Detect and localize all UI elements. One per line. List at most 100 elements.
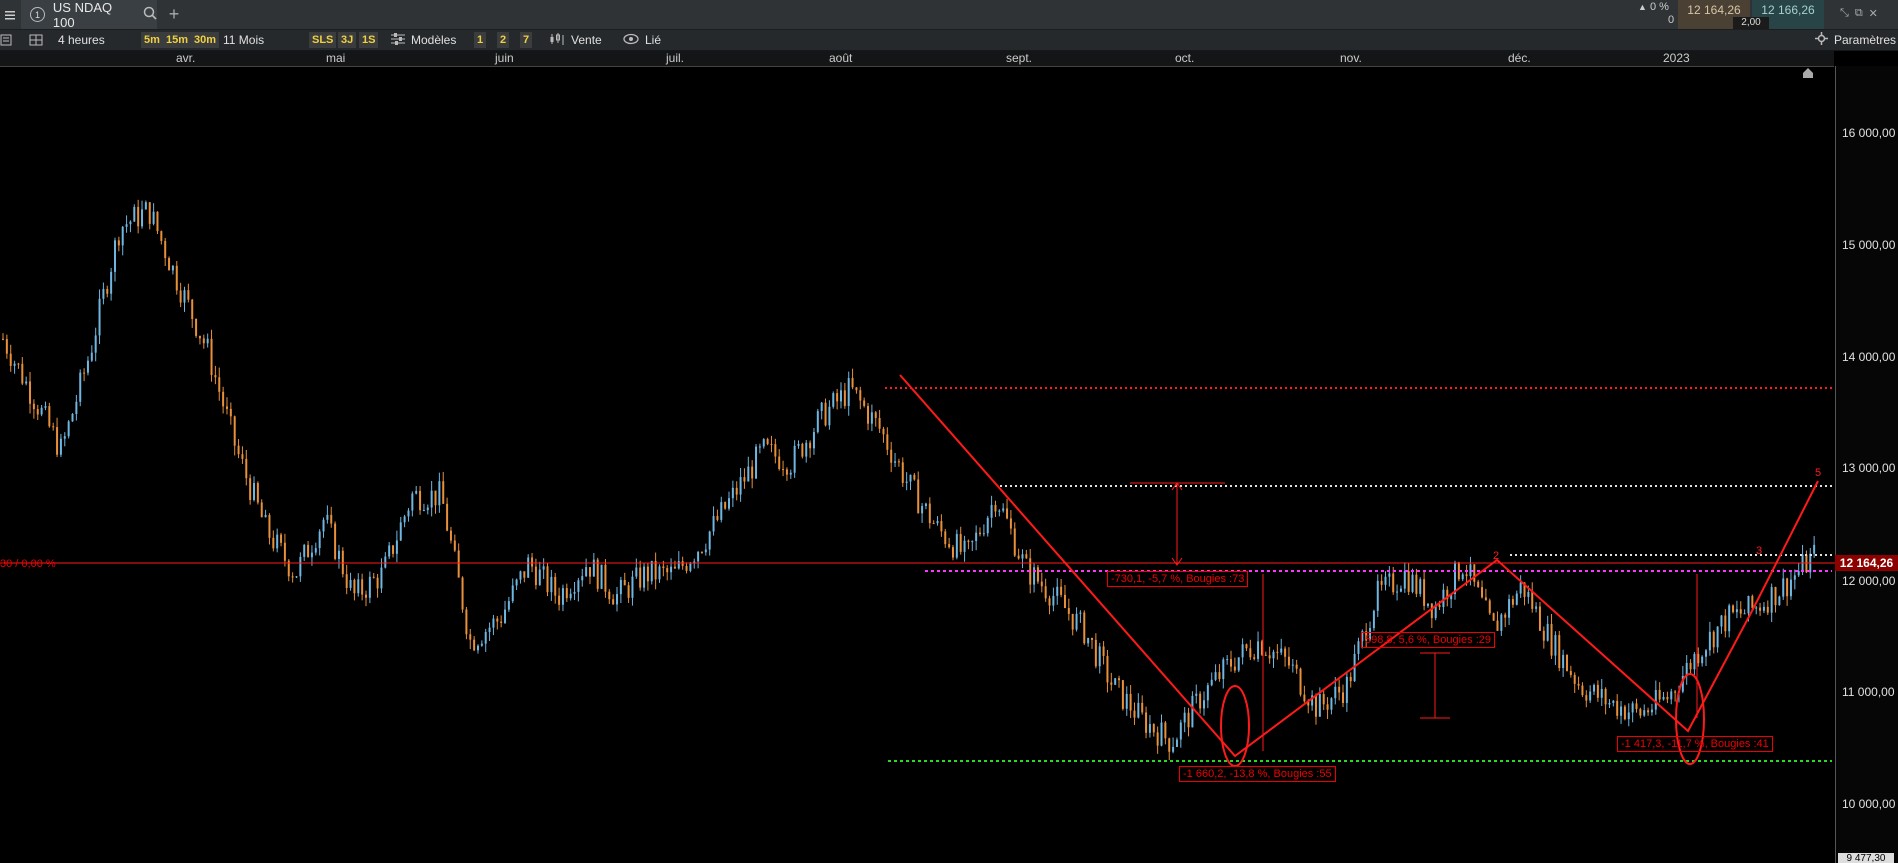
candle-body xyxy=(438,481,441,506)
3j-button[interactable]: 3J xyxy=(338,32,357,48)
candle-body xyxy=(870,412,873,424)
candle-body xyxy=(782,468,785,470)
linked-button[interactable]: Lié xyxy=(623,30,661,50)
settings-button[interactable]: Paramètres xyxy=(1815,30,1896,50)
quick-2-button[interactable]: 2 xyxy=(497,32,510,48)
candle-body xyxy=(152,211,155,224)
candle-body xyxy=(1477,581,1480,588)
quick-7-button[interactable]: 7 xyxy=(520,32,533,48)
candle-body xyxy=(1013,528,1016,556)
candle-body xyxy=(843,390,846,406)
tab-us-ndaq-100[interactable]: 1 US NDAQ 100 xyxy=(21,0,157,30)
candle-body xyxy=(129,221,132,225)
candle-body xyxy=(643,566,646,588)
tf-15m-button[interactable]: 15m xyxy=(163,32,192,48)
candle-body xyxy=(1484,597,1487,601)
candle-body xyxy=(395,540,398,554)
candle-body xyxy=(214,375,217,378)
candle-body xyxy=(422,510,425,512)
candle-body xyxy=(1573,674,1576,684)
candle-body xyxy=(488,627,491,632)
candle-body xyxy=(1631,703,1634,713)
search-icon[interactable] xyxy=(143,6,157,23)
tf-30m-button[interactable]: 30m xyxy=(191,32,220,48)
candle-body xyxy=(1067,608,1070,614)
candle-body xyxy=(1075,613,1078,630)
candle-body xyxy=(411,493,414,511)
add-tab-icon[interactable]: + xyxy=(164,4,184,24)
grid-layout-icon[interactable] xyxy=(28,30,44,50)
candle-body xyxy=(1334,686,1337,699)
candle-body xyxy=(820,402,823,412)
candle-body xyxy=(90,352,93,361)
candle-body xyxy=(1689,662,1692,670)
sell-label: Vente xyxy=(571,33,602,47)
candle-body xyxy=(337,550,340,559)
candle-body xyxy=(237,445,240,455)
candle-body xyxy=(1735,609,1738,613)
candle-body xyxy=(616,594,619,605)
period-select[interactable]: 11 Mois xyxy=(223,30,264,50)
candle-body xyxy=(608,591,611,600)
candle-body xyxy=(168,258,171,271)
window-controls: ⤡ ⧉ ✕ xyxy=(1840,7,1898,21)
candles-layer xyxy=(2,199,1816,761)
candle-body xyxy=(1079,612,1082,614)
sell-button[interactable]: Vente xyxy=(549,30,602,50)
models-button[interactable]: Modèles xyxy=(391,30,456,50)
candle-body xyxy=(1322,694,1325,705)
candle-body xyxy=(797,443,800,446)
candle-body xyxy=(1172,746,1175,752)
candle-body xyxy=(867,405,870,424)
candle-body xyxy=(469,634,472,640)
timeframe-select[interactable]: 4 heures xyxy=(58,30,105,50)
list-icon[interactable] xyxy=(0,30,14,50)
sliders-icon xyxy=(391,32,405,48)
candle-body xyxy=(619,579,622,595)
candle-body xyxy=(1376,580,1379,611)
candle-body xyxy=(1623,706,1626,720)
candle-body xyxy=(859,390,862,401)
candle-body xyxy=(1558,635,1561,669)
candle-body xyxy=(56,427,59,455)
candle-body xyxy=(677,561,680,569)
candle-body xyxy=(318,531,321,549)
candle-body xyxy=(442,481,445,504)
candle-body xyxy=(268,514,271,538)
candle-body xyxy=(878,417,881,429)
candle-body xyxy=(1025,554,1028,559)
tf-5m-button[interactable]: 5m xyxy=(141,32,163,48)
candle-body xyxy=(901,462,904,483)
candle-body xyxy=(975,532,978,541)
candle-body xyxy=(585,567,588,577)
candle-body xyxy=(1342,692,1345,703)
candle-body xyxy=(191,299,194,319)
candle-body xyxy=(909,474,912,482)
y-tick-label: 15 000,00 xyxy=(1842,238,1896,252)
candle-body xyxy=(1411,574,1414,592)
candle-body xyxy=(1156,732,1159,746)
hamburger-menu-icon[interactable] xyxy=(0,0,20,29)
wave-label-3: 3 xyxy=(1756,545,1762,557)
popout-icon[interactable]: ⧉ xyxy=(1855,7,1863,21)
collapse-icon[interactable]: ⤡ xyxy=(1840,7,1849,21)
close-icon[interactable]: ✕ xyxy=(1869,7,1878,21)
candle-body xyxy=(1264,654,1267,656)
candle-body xyxy=(434,490,437,506)
candle-body xyxy=(1403,571,1406,589)
candle-body xyxy=(40,407,43,415)
candle-body xyxy=(187,290,190,300)
sls-button[interactable]: SLS xyxy=(309,32,337,48)
candle-body xyxy=(546,566,549,593)
candle-body xyxy=(71,413,74,422)
candle-body xyxy=(465,609,468,635)
candle-body xyxy=(430,490,433,508)
1s-button[interactable]: 1S xyxy=(359,32,379,48)
quick-1-button[interactable]: 1 xyxy=(474,32,487,48)
candle-body xyxy=(75,401,78,414)
candle-body xyxy=(612,599,615,605)
price-chart[interactable]: 2 5 3 xyxy=(0,66,1835,863)
candle-body xyxy=(1786,578,1789,597)
linked-label: Lié xyxy=(645,33,662,47)
candle-body xyxy=(1118,678,1121,681)
